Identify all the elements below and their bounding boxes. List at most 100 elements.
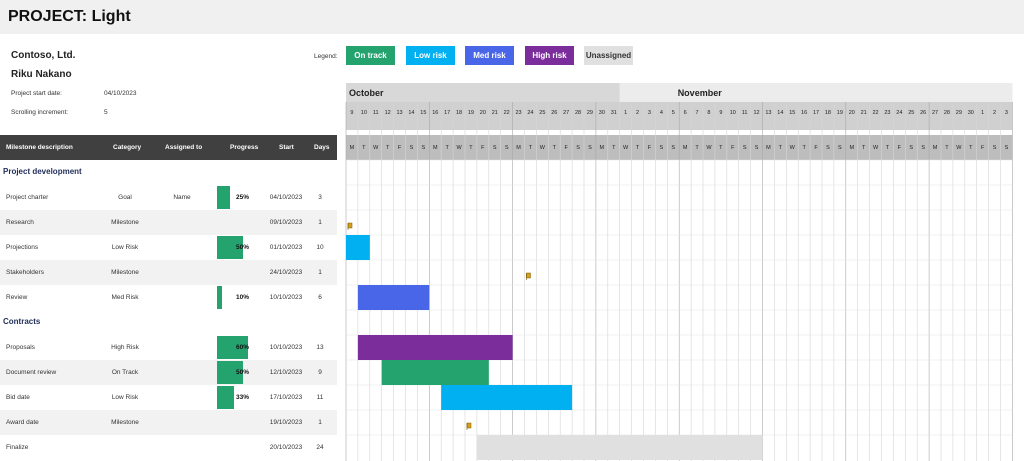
gantt-chart: October November9M10T11W12T13F14S15S16M17… xyxy=(345,83,1013,461)
gantt-bar[interactable] xyxy=(476,435,763,460)
day-number: 20 xyxy=(849,110,855,116)
day-number: 11 xyxy=(742,110,748,116)
day-number: 5 xyxy=(672,110,675,116)
weekday-letter: S xyxy=(743,145,747,151)
day-number: 11 xyxy=(373,110,379,116)
day-number: 22 xyxy=(872,110,878,116)
day-number: 24 xyxy=(527,110,533,116)
day-number: 25 xyxy=(908,110,914,116)
day-number: 16 xyxy=(432,110,438,116)
weekday-letter: S xyxy=(909,145,913,151)
weekday-letter: S xyxy=(576,145,580,151)
weekday-letter: W xyxy=(540,145,546,151)
day-number: 24 xyxy=(896,110,902,116)
day-number: 17 xyxy=(444,110,450,116)
day-number: 3 xyxy=(1005,110,1008,116)
weekday-letter: M xyxy=(766,145,771,151)
day-number: 23 xyxy=(884,110,890,116)
gantt-bar[interactable] xyxy=(381,360,489,385)
day-number: 21 xyxy=(861,110,867,116)
day-number: 6 xyxy=(684,110,687,116)
day-number: 30 xyxy=(599,110,605,116)
weekday-letter: W xyxy=(456,145,462,151)
day-number: 2 xyxy=(636,110,639,116)
weekday-letter: S xyxy=(588,145,592,151)
day-number: 28 xyxy=(944,110,950,116)
day-number: 1 xyxy=(981,110,984,116)
day-number: 8 xyxy=(707,110,710,116)
weekday-letter: W xyxy=(873,145,879,151)
weekday-letter: S xyxy=(921,145,925,151)
milestone-flag-icon[interactable] xyxy=(526,272,531,279)
day-number: 12 xyxy=(385,110,391,116)
day-number: 25 xyxy=(539,110,545,116)
day-number: 27 xyxy=(932,110,938,116)
day-number: 3 xyxy=(648,110,651,116)
weekday-letter: S xyxy=(660,145,664,151)
day-number: 14 xyxy=(408,110,414,116)
day-number: 18 xyxy=(825,110,831,116)
day-number: 10 xyxy=(361,110,367,116)
day-number: 29 xyxy=(587,110,593,116)
day-number: 20 xyxy=(480,110,486,116)
day-number: 22 xyxy=(504,110,510,116)
weekday-letter: S xyxy=(1005,145,1009,151)
weekday-letter: S xyxy=(671,145,675,151)
weekday-letter: W xyxy=(956,145,962,151)
gantt-bar[interactable] xyxy=(357,285,430,310)
weekday-letter: S xyxy=(422,145,426,151)
day-number: 19 xyxy=(837,110,843,116)
weekday-letter: S xyxy=(826,145,830,151)
day-number: 9 xyxy=(350,110,353,116)
day-number: 4 xyxy=(660,110,663,116)
milestone-flag-icon[interactable] xyxy=(347,222,353,229)
day-number: 10 xyxy=(730,110,736,116)
day-number: 9 xyxy=(719,110,722,116)
day-number: 7 xyxy=(696,110,699,116)
weekday-letter: M xyxy=(350,145,355,151)
day-number: 26 xyxy=(920,110,926,116)
day-number: 13 xyxy=(765,110,771,116)
day-number: 23 xyxy=(515,110,521,116)
day-number: 29 xyxy=(956,110,962,116)
weekday-letter: M xyxy=(433,145,438,151)
gantt-bar[interactable] xyxy=(346,235,370,260)
weekday-letter: M xyxy=(600,145,605,151)
weekday-letter: M xyxy=(933,145,938,151)
day-number: 27 xyxy=(563,110,569,116)
gantt-bar[interactable] xyxy=(441,385,573,410)
weekday-letter: S xyxy=(993,145,997,151)
day-number: 28 xyxy=(575,110,581,116)
weekday-letter: M xyxy=(683,145,688,151)
weekday-letter: S xyxy=(838,145,842,151)
month-label: November xyxy=(678,88,723,98)
day-number: 13 xyxy=(396,110,402,116)
weekday-letter: W xyxy=(790,145,796,151)
weekday-letter: M xyxy=(516,145,521,151)
day-number: 12 xyxy=(753,110,759,116)
day-number: 2 xyxy=(993,110,996,116)
weekday-letter: W xyxy=(373,145,379,151)
day-number: 1 xyxy=(624,110,627,116)
day-number: 14 xyxy=(777,110,783,116)
weekday-letter: W xyxy=(623,145,629,151)
weekday-letter: S xyxy=(493,145,497,151)
weekday-letter: S xyxy=(410,145,414,151)
day-number: 15 xyxy=(420,110,426,116)
month-label: October xyxy=(349,88,384,98)
gantt-bar[interactable] xyxy=(357,335,513,360)
day-number: 26 xyxy=(551,110,557,116)
milestone-flag-icon[interactable] xyxy=(466,422,472,429)
day-number: 30 xyxy=(968,110,974,116)
weekday-letter: M xyxy=(849,145,854,151)
day-number: 21 xyxy=(492,110,498,116)
day-number: 19 xyxy=(468,110,474,116)
day-number: 18 xyxy=(456,110,462,116)
month-cell xyxy=(346,83,620,102)
day-number: 17 xyxy=(813,110,819,116)
day-number: 31 xyxy=(611,110,617,116)
day-number: 16 xyxy=(801,110,807,116)
weekday-letter: W xyxy=(706,145,712,151)
weekday-letter: S xyxy=(755,145,759,151)
weekday-letter: S xyxy=(505,145,509,151)
